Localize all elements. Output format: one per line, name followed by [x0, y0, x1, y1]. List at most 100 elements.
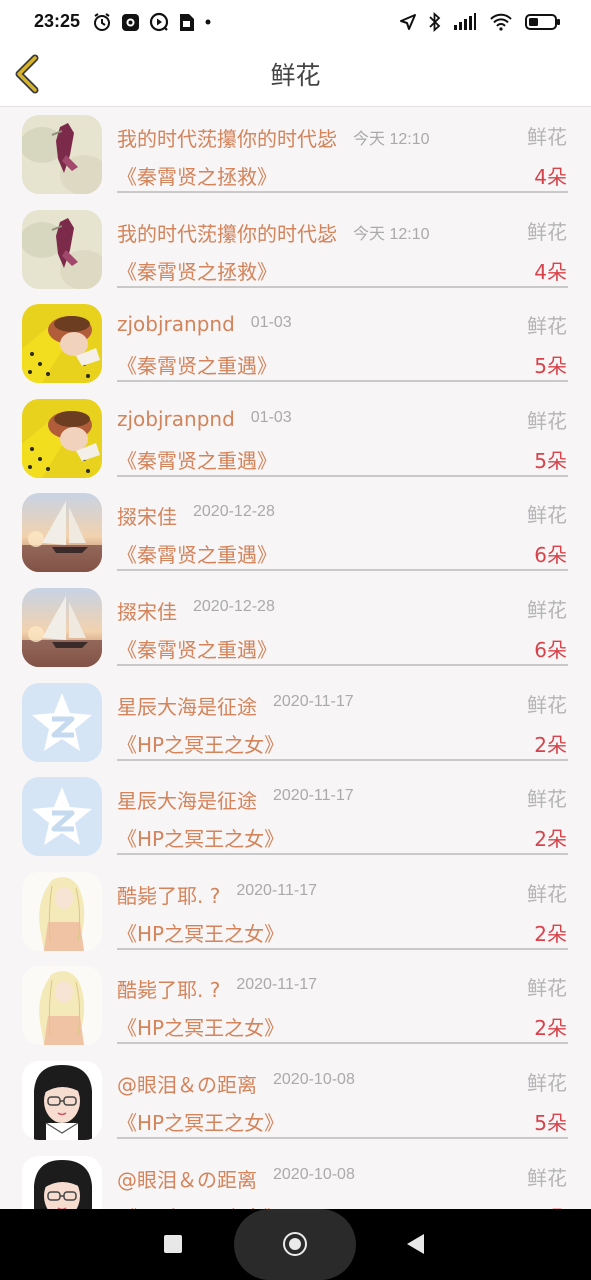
status-icons-left: [92, 12, 212, 32]
book-title[interactable]: 《秦霄贤之重遇》: [117, 350, 277, 379]
video-icon: [149, 12, 169, 32]
sender-name[interactable]: @眼泪＆の距离: [117, 1164, 257, 1193]
flower-count: 4朵: [534, 259, 567, 284]
status-icons-right: [399, 12, 561, 32]
timestamp: 01-03: [250, 314, 292, 332]
book-title[interactable]: 《HP之冥王之女》: [117, 823, 284, 852]
status-bar: 23:25: [0, 0, 591, 42]
book-title[interactable]: 《秦霄贤之拯救》: [117, 161, 277, 190]
divider: [117, 664, 568, 666]
sender-name[interactable]: 掇宋佳: [117, 501, 177, 530]
timestamp: 今天 12:10: [353, 131, 430, 148]
flower-count: 2朵: [534, 732, 567, 757]
gift-type: 鲜花: [527, 503, 567, 528]
sender-name[interactable]: 星辰大海是征途: [117, 785, 257, 814]
flower-count: 5朵: [534, 448, 567, 473]
timestamp: 2020-10-08: [273, 1071, 355, 1088]
timestamp: 2020-11-17: [236, 976, 317, 994]
home-icon[interactable]: [283, 1232, 307, 1256]
back-icon[interactable]: [407, 1234, 424, 1254]
bluetooth-icon: [429, 12, 441, 32]
avatar-glasses[interactable]: [22, 1155, 102, 1209]
flower-count: 6朵: [534, 543, 567, 568]
sender-name[interactable]: 酷毙了耶. ?: [117, 880, 220, 909]
status-time: 23:25: [34, 11, 81, 31]
divider: [117, 474, 568, 477]
book-title[interactable]: 《秦霄贤之拯救》: [117, 256, 277, 285]
avatar-lily[interactable]: [22, 209, 102, 289]
avatar-blonde[interactable]: [22, 966, 102, 1046]
avatar-qzone[interactable]: [22, 682, 102, 762]
timestamp: 2020-12-28: [193, 503, 275, 521]
flower-record-row[interactable]: 星辰大海是征途 2020-11-17 鲜花 《HP之冥王之女》 2朵: [0, 769, 591, 864]
gift-type: 鲜花: [527, 314, 567, 339]
divider: [117, 853, 568, 856]
book-title[interactable]: 《HP之冥王之女》: [117, 729, 284, 758]
flower-record-row[interactable]: 我的时代莐攥你的时代毖 今天 12:10 鲜花 《秦霄贤之拯救》 4朵: [0, 202, 591, 297]
avatar-sailboat[interactable]: [22, 588, 102, 667]
divider: [117, 947, 568, 950]
battery-icon: [525, 13, 561, 31]
sender-name[interactable]: zjobjranpnd: [117, 312, 235, 336]
sender-name[interactable]: 掇宋佳: [117, 596, 177, 625]
timestamp: 2020-11-17: [273, 787, 354, 805]
book-title[interactable]: 《HP之冥王之女》: [117, 1202, 284, 1209]
flower-count: 2朵: [534, 827, 567, 852]
sim-icon: [178, 13, 195, 32]
timestamp: 2020-12-28: [193, 598, 275, 615]
avatar-glasses[interactable]: [22, 1061, 102, 1140]
flower-record-row[interactable]: zjobjranpnd 01-03 鲜花 《秦霄贤之重遇》 5朵: [0, 296, 591, 391]
avatar-blonde[interactable]: [22, 871, 102, 951]
flower-record-row[interactable]: 我的时代莐攥你的时代毖 今天 12:10 鲜花 《秦霄贤之拯救》 4朵: [0, 107, 591, 202]
flower-count: 5朵: [534, 354, 567, 379]
flower-record-row[interactable]: 星辰大海是征途 2020-11-17 鲜花 《HP之冥王之女》 2朵: [0, 675, 591, 770]
book-title[interactable]: 《HP之冥王之女》: [117, 918, 284, 947]
flower-record-row[interactable]: 酷毙了耶. ? 2020-11-17 鲜花 《HP之冥王之女》 2朵: [0, 958, 591, 1053]
book-title[interactable]: 《秦霄贤之重遇》: [117, 634, 277, 663]
header: 鲜花: [0, 42, 591, 107]
sender-name[interactable]: 星辰大海是征途: [117, 691, 257, 720]
gift-type: 鲜花: [527, 881, 567, 906]
gift-type: 鲜花: [527, 787, 567, 812]
gift-type: 鲜花: [527, 125, 567, 149]
gift-type: 鲜花: [527, 976, 567, 1001]
flower-count: 2朵: [534, 1016, 567, 1041]
avatar-sunflower[interactable]: [22, 398, 102, 478]
gift-type: 鲜花: [527, 1165, 567, 1190]
divider: [117, 191, 568, 193]
nav-bar: [0, 1209, 591, 1280]
avatar-sailboat[interactable]: [22, 493, 102, 573]
flower-count: 5朵: [534, 1111, 567, 1135]
recents-icon[interactable]: [164, 1235, 182, 1253]
wifi-icon: [489, 13, 513, 31]
sender-name[interactable]: @眼泪＆の距离: [117, 1069, 257, 1098]
page-title: 鲜花: [270, 61, 321, 90]
sender-name[interactable]: 我的时代莐攥你的时代毖: [117, 218, 337, 247]
flower-record-row[interactable]: @眼泪＆の距离 2020-10-08 鲜花 《HP之冥王之女》 5朵: [0, 1053, 591, 1148]
signal-icon: [453, 13, 477, 31]
avatar-sunflower[interactable]: [22, 304, 102, 384]
gift-type: 鲜花: [527, 219, 567, 244]
book-title[interactable]: 《HP之冥王之女》: [117, 1012, 284, 1041]
book-title[interactable]: 《HP之冥王之女》: [117, 1107, 284, 1136]
avatar-qzone[interactable]: [22, 777, 102, 857]
flower-record-row[interactable]: 酷毙了耶. ? 2020-11-17 鲜花 《HP之冥王之女》 2朵: [0, 864, 591, 959]
sender-name[interactable]: 我的时代莐攥你的时代毖: [117, 123, 337, 152]
divider: [117, 569, 568, 572]
dot-icon: [204, 12, 212, 32]
avatar-lily[interactable]: [22, 115, 102, 194]
location-icon: [399, 13, 417, 31]
divider: [117, 380, 568, 383]
gift-type: 鲜花: [527, 408, 567, 433]
flower-record-row[interactable]: 掇宋佳 2020-12-28 鲜花 《秦霄贤之重遇》 6朵: [0, 580, 591, 675]
book-title[interactable]: 《秦霄贤之重遇》: [117, 445, 277, 474]
sender-name[interactable]: zjobjranpnd: [117, 407, 235, 431]
flower-record-row[interactable]: zjobjranpnd 01-03 鲜花 《秦霄贤之重遇》 5朵: [0, 391, 591, 486]
book-title[interactable]: 《秦霄贤之重遇》: [117, 539, 277, 568]
flower-record-row[interactable]: @眼泪＆の距离 2020-10-08 鲜花 《HP之冥王之女》 5朵: [0, 1148, 591, 1209]
sender-name[interactable]: 酷毙了耶. ?: [117, 974, 220, 1003]
flower-record-row[interactable]: 掇宋佳 2020-12-28 鲜花 《秦霄贤之重遇》 6朵: [0, 485, 591, 580]
gift-type: 鲜花: [527, 692, 567, 717]
gift-type: 鲜花: [527, 598, 567, 622]
flower-record-list: 我的时代莐攥你的时代毖 今天 12:10 鲜花 《秦霄贤之拯救》 4朵 我的时代…: [0, 107, 591, 1209]
